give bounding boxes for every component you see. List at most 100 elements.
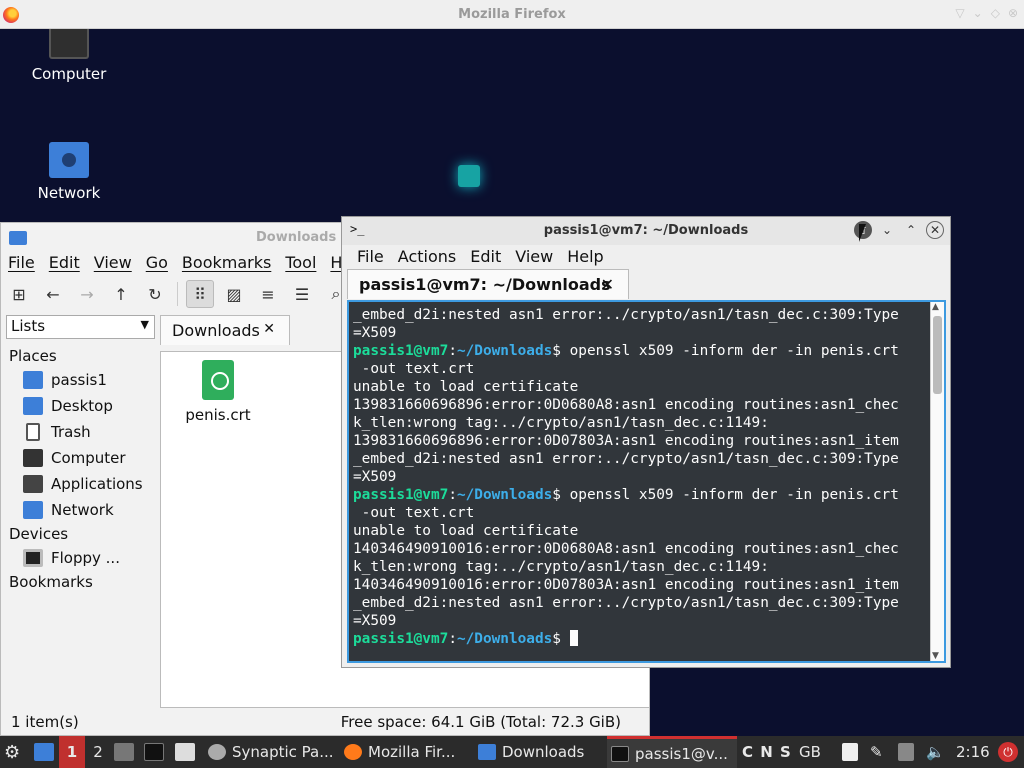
icon-view-icon[interactable]: ⠿: [186, 280, 214, 308]
network-icon: [23, 501, 43, 519]
place-label: Computer: [51, 449, 126, 467]
file-manager-launcher[interactable]: [114, 736, 134, 768]
scroll-up-icon[interactable]: ▲: [932, 302, 939, 312]
tab-label: Downloads: [172, 321, 260, 340]
minimize-icon[interactable]: ⌄: [878, 221, 896, 239]
place-home[interactable]: passis1: [9, 367, 159, 393]
close-icon[interactable]: ✕: [926, 221, 944, 239]
menu-view[interactable]: View: [87, 251, 139, 275]
place-desktop[interactable]: Desktop: [9, 393, 159, 419]
side-pane-mode-value: Lists: [11, 317, 46, 335]
menu-tool[interactable]: Tool: [278, 251, 323, 275]
task-synaptic[interactable]: Synaptic Pa...: [208, 736, 334, 768]
pen-icon[interactable]: ✎: [870, 736, 883, 768]
terminal-menubar: File Actions Edit View Help: [350, 245, 611, 269]
reload-icon[interactable]: ↻: [141, 280, 169, 308]
close-icon[interactable]: ⊗: [1008, 6, 1018, 20]
place-trash[interactable]: Trash: [9, 419, 159, 445]
menu-actions[interactable]: Actions: [391, 245, 463, 269]
menu-view[interactable]: View: [508, 245, 560, 269]
maximize-icon[interactable]: ⌃: [902, 221, 920, 239]
terminal-line: passis1@vm7:~/Downloads$: [353, 630, 928, 648]
terminal-icon: [611, 745, 629, 762]
close-tab-icon[interactable]: ✕: [263, 321, 275, 337]
computer-icon: [23, 449, 43, 467]
terminal-line: k_tlen:wrong tag:../crypto/asn1/tasn_dec…: [353, 415, 769, 431]
keep-below-icon[interactable]: ▽: [955, 6, 964, 20]
task-label: passis1@v...: [635, 744, 728, 763]
menu-file[interactable]: File: [350, 245, 391, 269]
toolbar-separator: [177, 282, 178, 306]
task-firefox[interactable]: Mozilla Fir...: [344, 736, 455, 768]
file-manager-menubar: File Edit View Go Bookmarks Tool He: [1, 251, 359, 275]
thumbnail-view-icon[interactable]: ▨: [220, 280, 248, 308]
folder-icon: [478, 744, 496, 760]
keyboard-layout[interactable]: GB: [799, 736, 821, 768]
terminal-line: =X509: [353, 325, 397, 341]
file-item[interactable]: penis.crt: [181, 360, 255, 424]
desktop-icon-network[interactable]: Network: [14, 142, 124, 202]
menu-file[interactable]: File: [1, 251, 42, 275]
menu-bookmarks[interactable]: Bookmarks: [175, 251, 278, 275]
app-menu-icon[interactable]: ⚙: [4, 736, 20, 768]
terminal-line: 139831660696896:error:0D07803A:asn1 enco…: [353, 433, 899, 449]
tray-indicators[interactable]: C N S: [742, 736, 792, 768]
desktop-icon-computer[interactable]: Computer: [14, 29, 124, 83]
terminal-line: unable to load certificate: [353, 523, 579, 539]
prompt-path: ~/Downloads: [456, 487, 553, 503]
menu-go[interactable]: Go: [139, 251, 175, 275]
removable-drive-icon[interactable]: [898, 736, 914, 768]
device-floppy[interactable]: Floppy ...: [9, 545, 159, 571]
clock[interactable]: 2:16: [956, 736, 990, 768]
side-pane-mode-select[interactable]: Lists ▼: [6, 315, 155, 339]
text-editor-launcher[interactable]: [175, 736, 195, 768]
taskbar: ⚙ 1 2 Synaptic Pa... Mozilla Fir... Down…: [0, 736, 1024, 768]
firefox-titlebar: Mozilla Firefox ▽ ⌄ ◇ ⊗: [0, 0, 1024, 29]
menu-edit[interactable]: Edit: [42, 251, 87, 275]
menu-edit[interactable]: Edit: [463, 245, 508, 269]
prompt-separator: :: [448, 631, 457, 647]
place-applications[interactable]: Applications: [9, 471, 159, 497]
workspace-1[interactable]: 1: [59, 736, 85, 768]
close-tab-icon[interactable]: ✕: [601, 275, 614, 294]
place-computer[interactable]: Computer: [9, 445, 159, 471]
minimize-icon[interactable]: ⌄: [973, 6, 983, 20]
workspace-2[interactable]: 2: [85, 736, 111, 768]
back-icon[interactable]: ←: [39, 280, 67, 308]
compact-view-icon[interactable]: ≡: [254, 280, 282, 308]
text-cursor: [569, 630, 578, 646]
device-label: Floppy ...: [51, 549, 120, 567]
new-tab-icon[interactable]: ⊞: [5, 280, 33, 308]
task-downloads[interactable]: Downloads: [478, 736, 584, 768]
firefox-window-controls: ▽ ⌄ ◇ ⊗: [955, 6, 1018, 20]
tab-downloads[interactable]: Downloads ✕: [160, 315, 290, 345]
show-desktop-icon: [34, 743, 54, 761]
forward-icon[interactable]: →: [73, 280, 101, 308]
power-icon[interactable]: ⏻: [998, 736, 1018, 768]
scrollbar-thumb[interactable]: [933, 316, 942, 394]
terminal-scrollbar[interactable]: ▲ ▼: [930, 302, 944, 661]
task-label: Synaptic Pa...: [232, 743, 334, 761]
network-folder-icon: [49, 142, 89, 178]
terminal-tab[interactable]: passis1@vm7: ~/Downloads ✕: [347, 269, 629, 299]
floppy-icon: [23, 549, 43, 567]
task-label: Downloads: [502, 743, 585, 761]
maximize-icon[interactable]: ◇: [991, 6, 1000, 20]
dropdown-arrow-icon: ▼: [140, 318, 149, 331]
place-label: Applications: [51, 475, 143, 493]
terminal-launcher[interactable]: [144, 736, 164, 768]
menu-help[interactable]: Help: [560, 245, 610, 269]
terminal-line: 140346490910016:error:0D0680A8:asn1 enco…: [353, 541, 899, 557]
task-terminal[interactable]: passis1@v...: [607, 736, 737, 768]
detailed-view-icon[interactable]: ☰: [288, 280, 316, 308]
firefox-title: Mozilla Firefox: [458, 7, 566, 22]
scroll-down-icon[interactable]: ▼: [932, 651, 939, 661]
show-desktop-button[interactable]: [34, 736, 54, 768]
terminal-output[interactable]: _embed_d2i:nested asn1 error:../crypto/a…: [347, 300, 946, 663]
up-icon[interactable]: ↑: [107, 280, 135, 308]
volume-icon[interactable]: 🔈: [926, 736, 945, 768]
clipboard-icon[interactable]: [842, 736, 858, 768]
place-network[interactable]: Network: [9, 497, 159, 523]
desktop-icon: [23, 397, 43, 415]
mouse-pointer-icon: [859, 224, 866, 242]
